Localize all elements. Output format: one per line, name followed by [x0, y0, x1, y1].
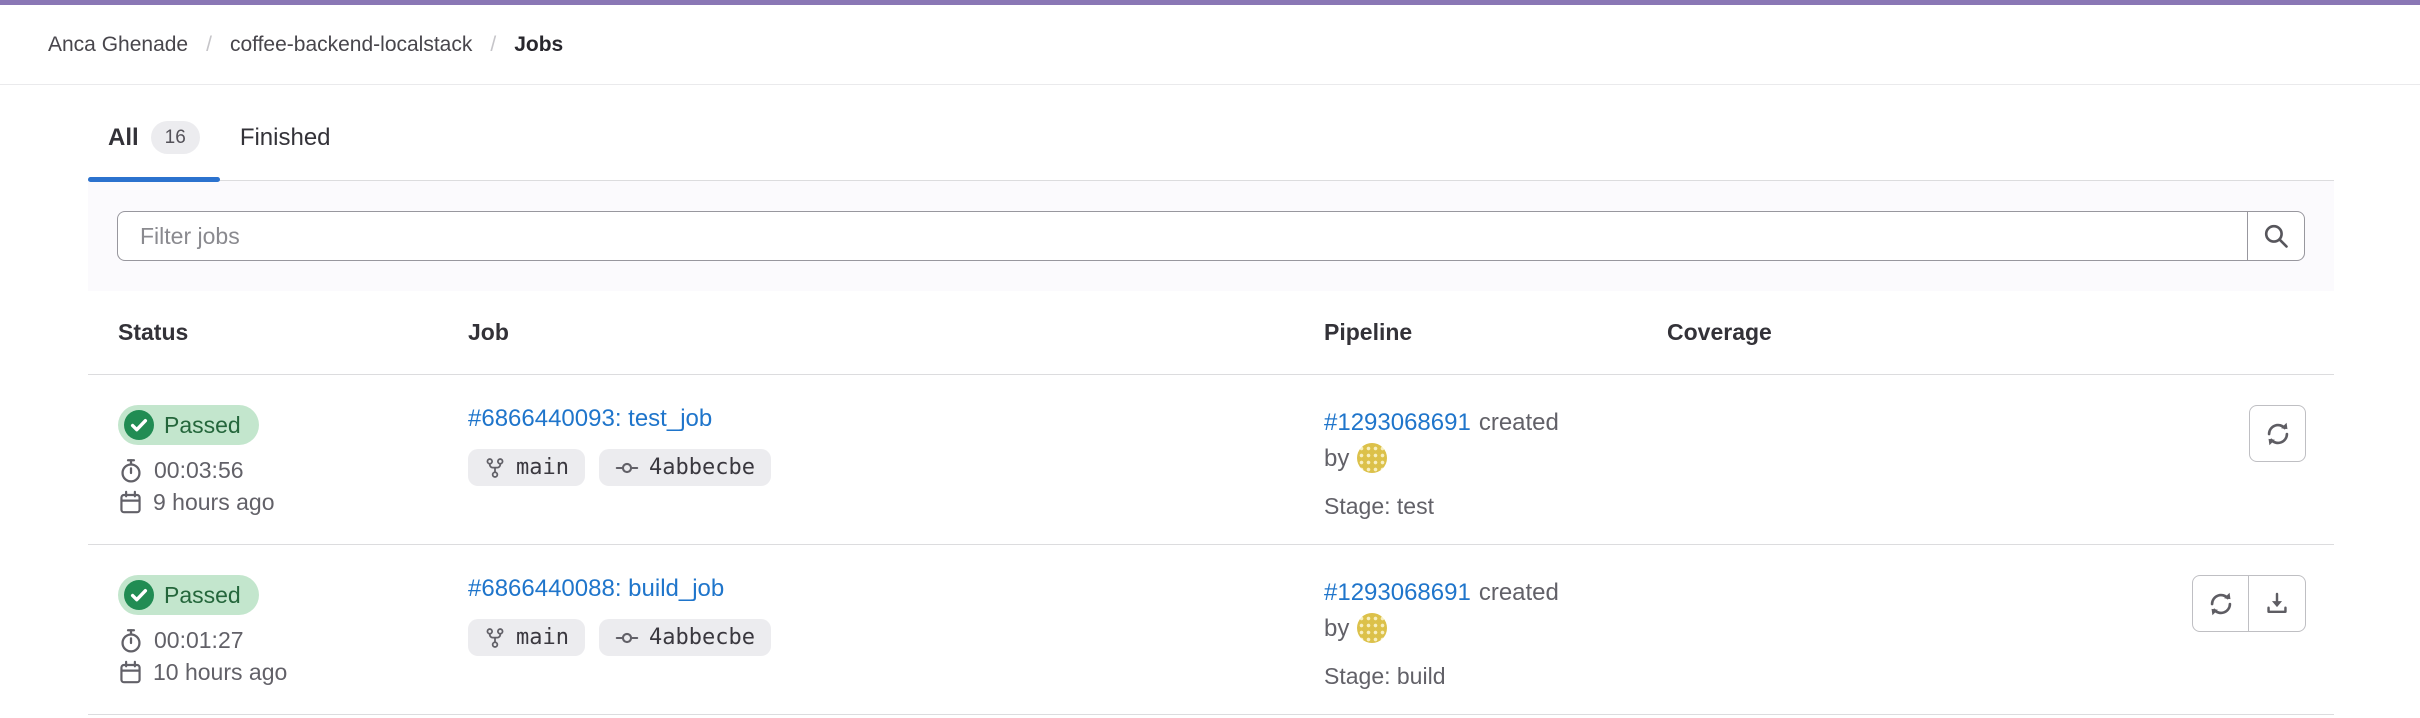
pipeline-cell: #1293068691 created by Stage: build	[1324, 575, 1624, 690]
column-header-actions	[1967, 291, 2334, 374]
tab-all-count-badge: 16	[151, 121, 200, 154]
retry-icon	[2207, 590, 2235, 618]
breadcrumb-separator: /	[490, 33, 496, 57]
job-ref-row: main 4abbecbe	[468, 449, 1324, 486]
status-cell: Passed 00:01:27 10 hours ago	[88, 575, 468, 690]
pipeline-by-text: by	[1324, 615, 1349, 642]
filter-input-group	[117, 211, 2305, 261]
column-header-job: Job	[468, 291, 1324, 374]
check-circle-icon	[124, 410, 154, 440]
timer-icon	[118, 628, 144, 654]
retry-icon	[2264, 420, 2292, 448]
coverage-cell	[1667, 575, 1967, 690]
search-button[interactable]	[2247, 211, 2305, 261]
tab-all[interactable]: All 16	[88, 107, 220, 180]
breadcrumb-item-jobs: Jobs	[514, 33, 563, 57]
job-duration: 00:01:27	[118, 627, 468, 654]
stage-label: Stage: build	[1324, 663, 1624, 690]
coverage-cell	[1667, 405, 1967, 520]
jobs-tabs: All 16 Finished	[88, 85, 2334, 181]
job-age: 10 hours ago	[118, 659, 468, 686]
pipeline-created-text: created	[1479, 579, 1559, 606]
calendar-icon	[118, 660, 143, 685]
job-cell: #6866440088: build_job main 4abbecbe	[468, 575, 1324, 690]
tab-finished[interactable]: Finished	[220, 107, 351, 180]
download-artifacts-button[interactable]	[2249, 575, 2306, 632]
avatar[interactable]	[1357, 613, 1387, 643]
job-age: 9 hours ago	[118, 489, 468, 516]
status-badge[interactable]: Passed	[118, 575, 259, 615]
tab-finished-label: Finished	[240, 124, 331, 152]
branch-icon	[484, 627, 506, 649]
pipeline-cell: #1293068691 created by Stage: test	[1324, 405, 1624, 520]
avatar[interactable]	[1357, 443, 1387, 473]
jobs-page: All 16 Finished Status Job Pipeline Cove…	[0, 85, 2420, 715]
job-cell: #6866440093: test_job main 4abbecbe	[468, 405, 1324, 520]
actions-cell	[1967, 575, 2334, 690]
job-link[interactable]: #6866440088: build_job	[468, 575, 724, 602]
pipeline-by-text: by	[1324, 445, 1349, 472]
actions-cell	[1967, 405, 2334, 520]
retry-job-button[interactable]	[2192, 575, 2249, 632]
pipeline-info: #1293068691 created by	[1324, 575, 1624, 647]
table-row: Passed 00:03:56 9 hours ago #6866440093:…	[88, 375, 2334, 545]
commit-icon	[615, 456, 639, 480]
column-header-pipeline: Pipeline	[1324, 291, 1667, 374]
column-header-status: Status	[88, 291, 468, 374]
pipeline-link[interactable]: #1293068691	[1324, 579, 1471, 606]
status-cell: Passed 00:03:56 9 hours ago	[88, 405, 468, 520]
commit-sha-pill[interactable]: 4abbecbe	[599, 619, 771, 656]
status-badge[interactable]: Passed	[118, 405, 259, 445]
breadcrumb: Anca Ghenade / coffee-backend-localstack…	[0, 5, 2420, 85]
pipeline-info: #1293068691 created by	[1324, 405, 1624, 477]
branch-icon	[484, 457, 506, 479]
timer-icon	[118, 458, 144, 484]
commit-icon	[615, 626, 639, 650]
check-circle-icon	[124, 580, 154, 610]
actions-button-group	[2192, 575, 2306, 632]
job-ref-row: main 4abbecbe	[468, 619, 1324, 656]
job-link[interactable]: #6866440093: test_job	[468, 405, 712, 432]
branch-ref-pill[interactable]: main	[468, 449, 585, 486]
pipeline-link[interactable]: #1293068691	[1324, 409, 1471, 436]
tab-all-label: All	[108, 124, 139, 152]
calendar-icon	[118, 490, 143, 515]
branch-ref-pill[interactable]: main	[468, 619, 585, 656]
column-header-coverage: Coverage	[1667, 291, 1967, 374]
table-header-row: Status Job Pipeline Coverage	[88, 291, 2334, 375]
stage-label: Stage: test	[1324, 493, 1624, 520]
breadcrumb-item-project[interactable]: coffee-backend-localstack	[230, 33, 472, 57]
status-label: Passed	[164, 412, 241, 439]
breadcrumb-separator: /	[206, 33, 212, 57]
search-icon	[2262, 222, 2290, 250]
commit-sha-pill[interactable]: 4abbecbe	[599, 449, 771, 486]
filter-bar	[88, 181, 2334, 291]
job-duration: 00:03:56	[118, 457, 468, 484]
filter-jobs-input[interactable]	[117, 211, 2247, 261]
breadcrumb-item-user[interactable]: Anca Ghenade	[48, 33, 188, 57]
status-label: Passed	[164, 582, 241, 609]
pipeline-created-text: created	[1479, 409, 1559, 436]
download-icon	[2264, 591, 2290, 617]
retry-job-button[interactable]	[2249, 405, 2306, 462]
table-row: Passed 00:01:27 10 hours ago #6866440088…	[88, 545, 2334, 715]
